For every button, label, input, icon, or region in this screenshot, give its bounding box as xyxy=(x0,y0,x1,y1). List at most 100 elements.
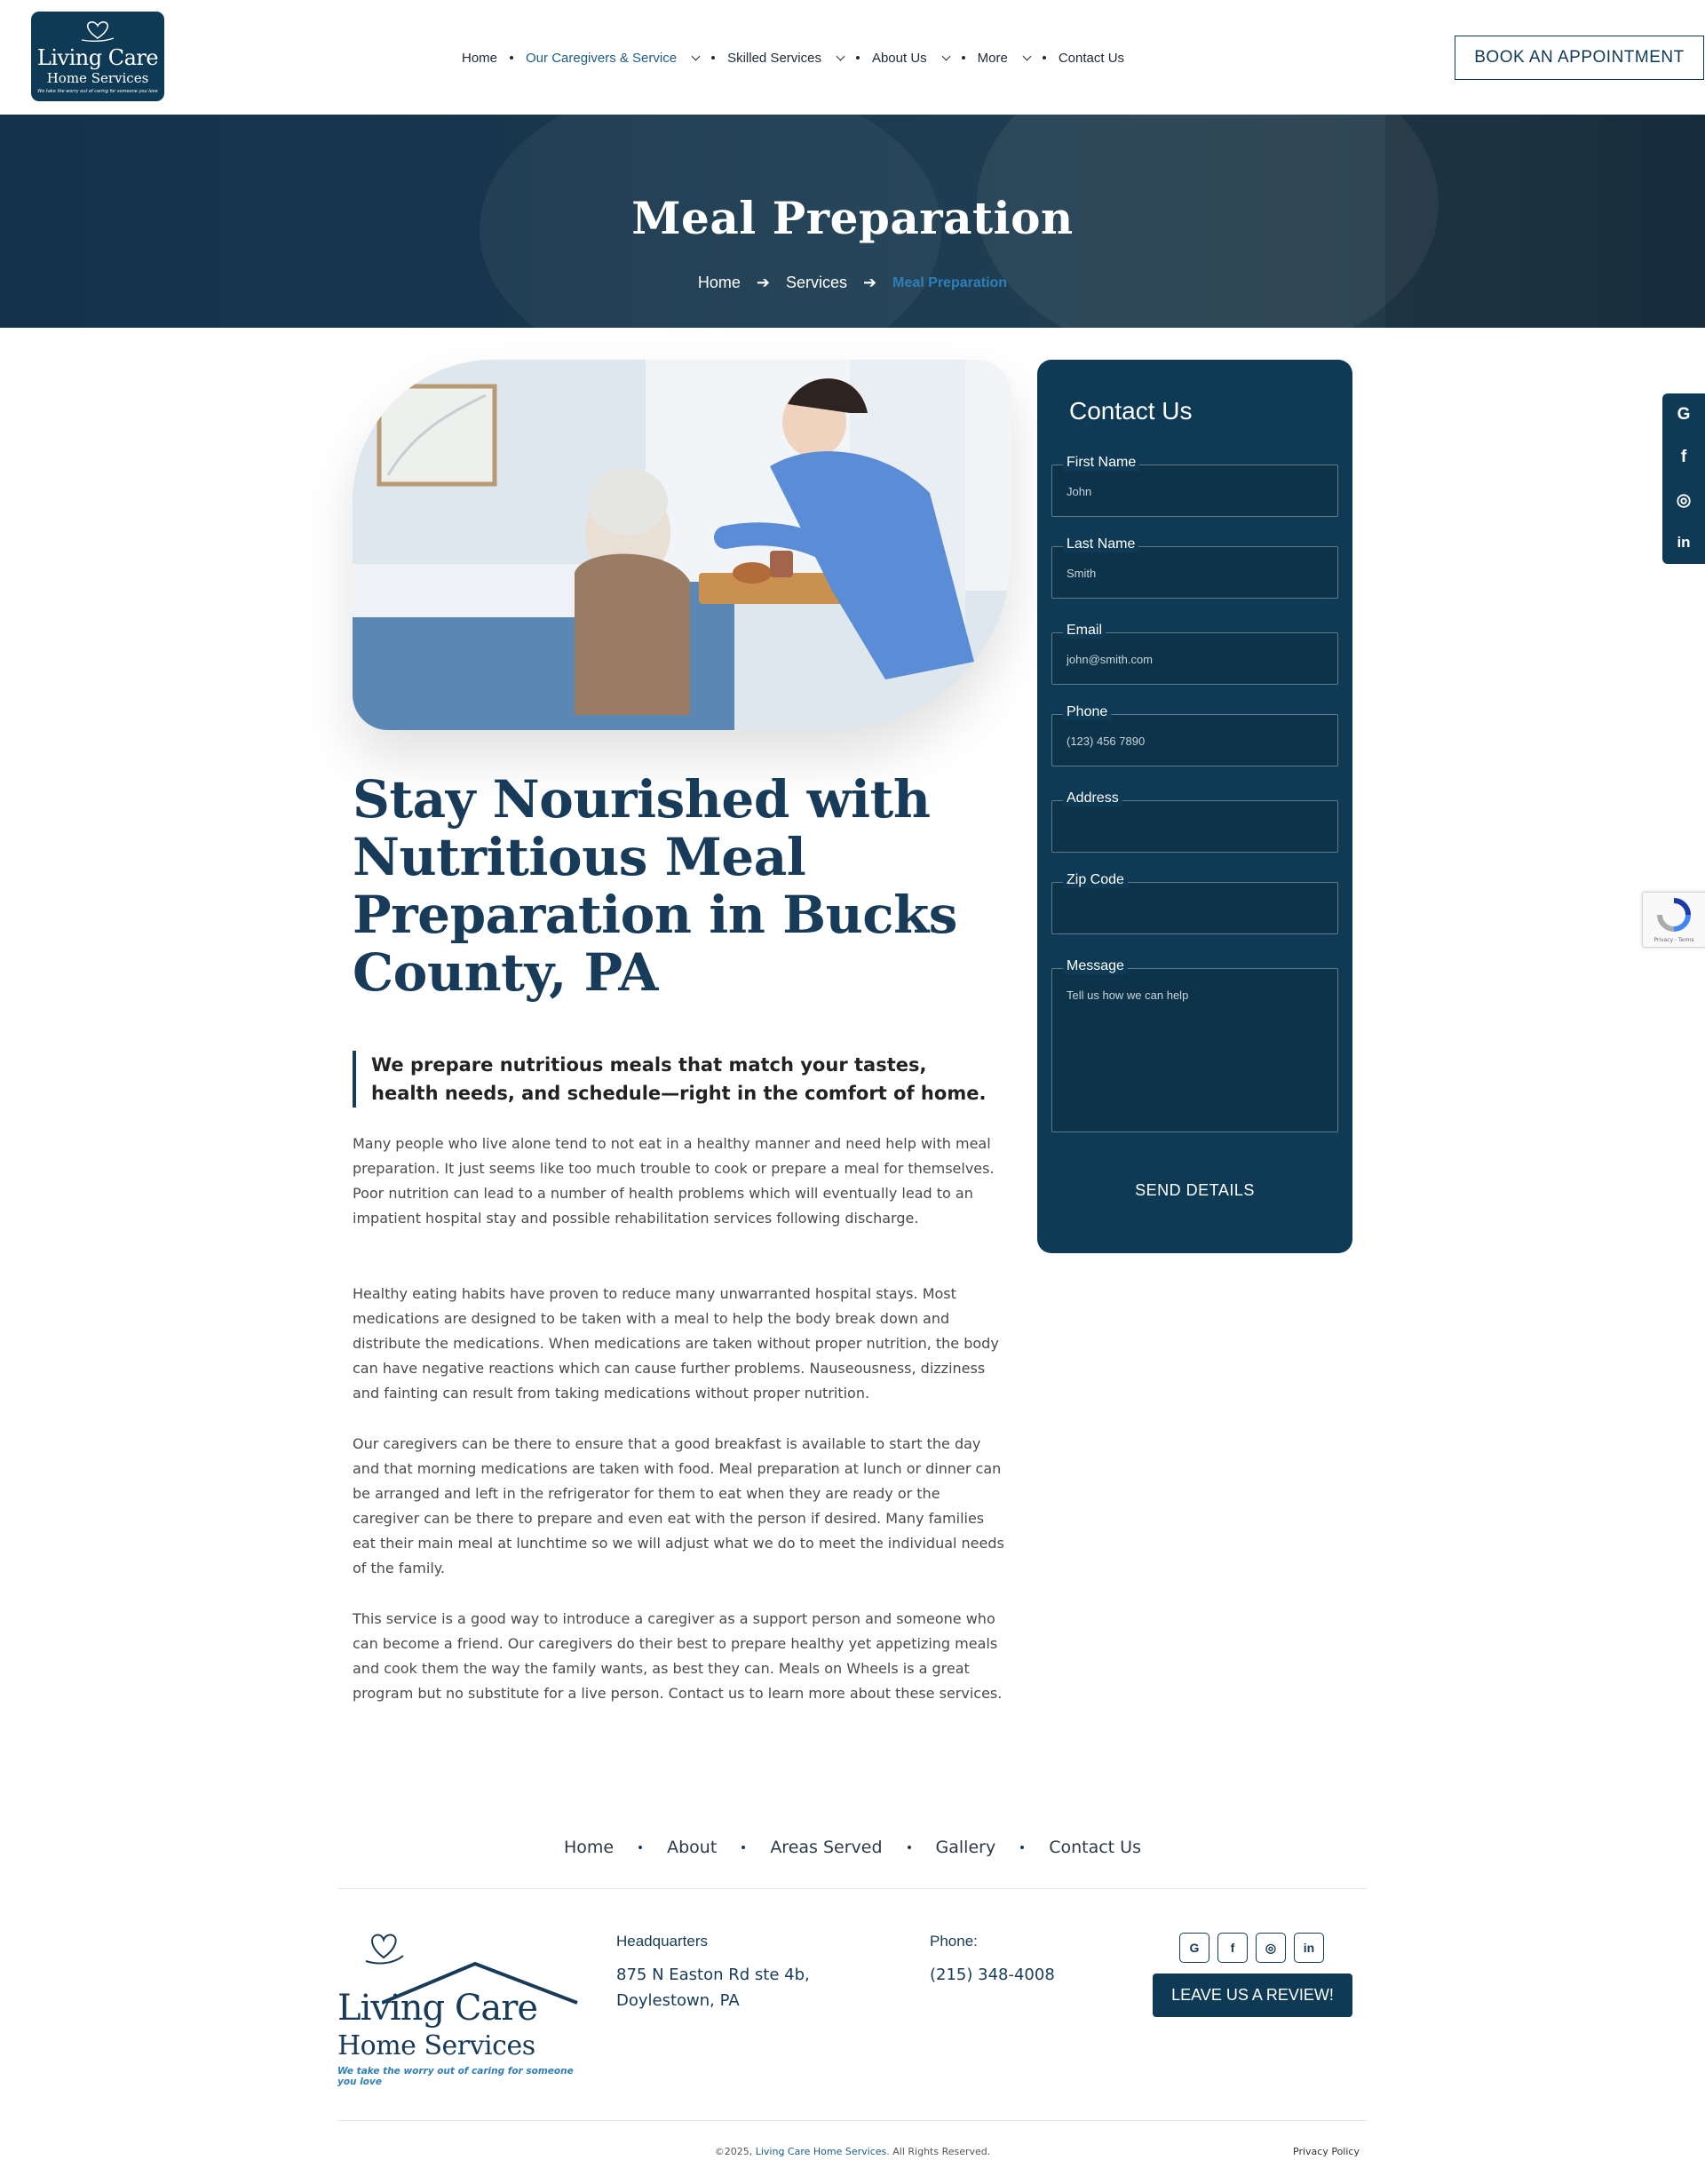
nav-separator xyxy=(1042,56,1046,60)
nav-separator xyxy=(961,56,965,60)
article-paragraph: Healthy eating habits have proven to red… xyxy=(353,1285,999,1402)
google-icon[interactable]: G xyxy=(1662,393,1705,436)
recaptcha-icon xyxy=(1657,898,1691,932)
site-header: Living Care Home Services We take the wo… xyxy=(0,0,1705,115)
facebook-icon[interactable]: f xyxy=(1217,1933,1248,1963)
nav-label: More xyxy=(977,50,1008,66)
phone-number-link[interactable]: (215) 348-4008 xyxy=(930,1962,1055,1988)
article-lead-quote: We prepare nutritious meals that match y… xyxy=(353,1051,992,1108)
message-field[interactable]: Message Tell us how we can help xyxy=(1051,958,1338,1132)
field-placeholder: Tell us how we can help xyxy=(1067,989,1189,1002)
instagram-icon[interactable]: ◎ xyxy=(1256,1933,1286,1963)
nav-item-home[interactable]: Home xyxy=(462,51,497,66)
footer-nav-contact-us[interactable]: Contact Us xyxy=(1049,1838,1141,1857)
field-label: First Name xyxy=(1063,455,1140,471)
send-details-button[interactable]: SEND DETAILS xyxy=(1051,1168,1338,1212)
article-paragraph: Our caregivers can be there to ensure th… xyxy=(353,1435,1004,1576)
privacy-policy-link[interactable]: Privacy Policy xyxy=(1293,2146,1360,2157)
copyright-text: ©2025, Living Care Home Services. All Ri… xyxy=(0,2146,1705,2157)
nav-label: Our Caregivers & Service xyxy=(526,50,678,66)
footer-logo-line-1: Living Care xyxy=(337,1988,538,2029)
zip-code-field[interactable]: Zip Code xyxy=(1051,872,1338,934)
field-label: Zip Code xyxy=(1063,872,1128,888)
nav-separator xyxy=(855,56,860,60)
arrow-right-icon: ➔ xyxy=(863,274,877,291)
contact-form-title: Contact Us xyxy=(1069,397,1193,425)
nav-label: Contact Us xyxy=(1058,50,1125,66)
nav-separator xyxy=(711,56,716,60)
footer-nav-home[interactable]: Home xyxy=(564,1838,614,1857)
copyright-brand-link[interactable]: Living Care Home Services xyxy=(756,2146,887,2157)
footer-nav-separator xyxy=(907,1846,911,1849)
footer-logo-line-2: Home Services xyxy=(337,2030,535,2061)
nav-item-about-us[interactable]: About Us xyxy=(872,51,951,66)
footer-nav-about[interactable]: About xyxy=(667,1838,717,1857)
linkedin-icon[interactable]: in xyxy=(1662,521,1705,564)
footer-nav-separator xyxy=(741,1846,746,1849)
footer-nav: Home About Areas Served Gallery Contact … xyxy=(0,1838,1705,1857)
footer-logo-tagline: We take the worry out of caring for some… xyxy=(337,2066,574,2087)
recaptcha-badge[interactable]: Privacy - Terms xyxy=(1642,892,1705,948)
phone-heading: Phone: xyxy=(930,1933,978,1950)
footer-nav-separator xyxy=(1020,1846,1025,1849)
field-label: Phone xyxy=(1063,704,1112,720)
linkedin-icon[interactable]: in xyxy=(1294,1933,1324,1963)
google-icon[interactable]: G xyxy=(1179,1933,1209,1963)
instagram-icon[interactable]: ◎ xyxy=(1662,479,1705,521)
last-name-field[interactable]: Last Name Smith xyxy=(1051,536,1338,599)
footer-nav-gallery[interactable]: Gallery xyxy=(936,1838,996,1857)
nav-item-caregivers-service[interactable]: Our Caregivers & Service xyxy=(526,50,701,66)
field-placeholder: john@smith.com xyxy=(1067,653,1154,666)
breadcrumb-home[interactable]: Home xyxy=(698,274,741,292)
field-label: Last Name xyxy=(1063,536,1139,552)
floating-social-bar: G f ◎ in xyxy=(1662,393,1705,564)
logo-tagline: We take the worry out of caring for some… xyxy=(37,89,158,94)
address-field[interactable]: Address xyxy=(1051,790,1338,853)
headquarters-address-line-1: 875 N Easton Rd ste 4b, xyxy=(616,1966,810,1984)
headquarters-address-line-2: Doylestown, PA xyxy=(616,1991,740,2010)
footer-social-links: G f ◎ in xyxy=(1179,1933,1324,1963)
main-nav: Home Our Caregivers & Service Skilled Se… xyxy=(462,48,1124,68)
nav-item-skilled-services[interactable]: Skilled Services xyxy=(727,50,845,66)
arrow-right-icon: ➔ xyxy=(756,274,771,291)
leave-review-button[interactable]: LEAVE US A REVIEW! xyxy=(1153,1974,1352,2017)
email-field[interactable]: Email john@smith.com xyxy=(1051,623,1338,685)
nav-item-contact-us[interactable]: Contact Us xyxy=(1059,51,1124,66)
heart-hand-logo-icon xyxy=(81,21,115,42)
caregiver-serving-meal-photo xyxy=(353,360,1011,730)
nav-separator xyxy=(510,56,514,60)
breadcrumb-current: Meal Preparation xyxy=(892,274,1008,290)
headquarters-heading: Headquarters xyxy=(616,1933,709,1950)
nav-label: Home xyxy=(462,50,498,66)
heart-hand-logo-icon xyxy=(365,1934,404,1965)
contact-form: Contact Us First Name John Last Name Smi… xyxy=(1037,360,1352,1253)
article-paragraph: Many people who live alone tend to not e… xyxy=(353,1135,995,1227)
chevron-down-icon xyxy=(941,52,951,60)
article-paragraph: This service is a good way to introduce … xyxy=(353,1610,1003,1702)
breadcrumb-services[interactable]: Services xyxy=(786,274,847,292)
article-title: Stay Nourished with Nutritious Meal Prep… xyxy=(353,769,957,1003)
field-placeholder: (123) 456 7890 xyxy=(1067,735,1146,748)
field-label: Email xyxy=(1063,623,1106,639)
footer-logo[interactable]: Living Care Home Services We take the wo… xyxy=(337,1929,582,2087)
footer-divider xyxy=(337,2120,1368,2121)
footer-nav-areas-served[interactable]: Areas Served xyxy=(770,1838,882,1857)
nav-label: Skilled Services xyxy=(727,50,821,66)
breadcrumb: Home ➔ Services ➔ Meal Preparation xyxy=(0,274,1705,292)
footer-nav-separator xyxy=(638,1846,643,1849)
page-title: Meal Preparation xyxy=(631,192,1074,244)
site-logo[interactable]: Living Care Home Services We take the wo… xyxy=(31,12,164,101)
chevron-down-icon xyxy=(1022,52,1032,60)
first-name-field[interactable]: First Name John xyxy=(1051,455,1338,517)
page-hero: Meal Preparation Home ➔ Services ➔ Meal … xyxy=(0,115,1705,328)
chevron-down-icon xyxy=(836,52,845,60)
copyright-suffix: . All Rights Reserved. xyxy=(886,2146,991,2157)
nav-item-more[interactable]: More xyxy=(977,50,1032,66)
phone-field[interactable]: Phone (123) 456 7890 xyxy=(1051,704,1338,766)
field-label: Message xyxy=(1063,958,1128,974)
facebook-icon[interactable]: f xyxy=(1662,436,1705,479)
copyright-prefix: ©2025, xyxy=(714,2146,753,2157)
footer-divider xyxy=(337,1888,1368,1889)
book-appointment-button[interactable]: BOOK AN APPOINTMENT xyxy=(1455,36,1704,80)
chevron-down-icon xyxy=(691,52,701,60)
